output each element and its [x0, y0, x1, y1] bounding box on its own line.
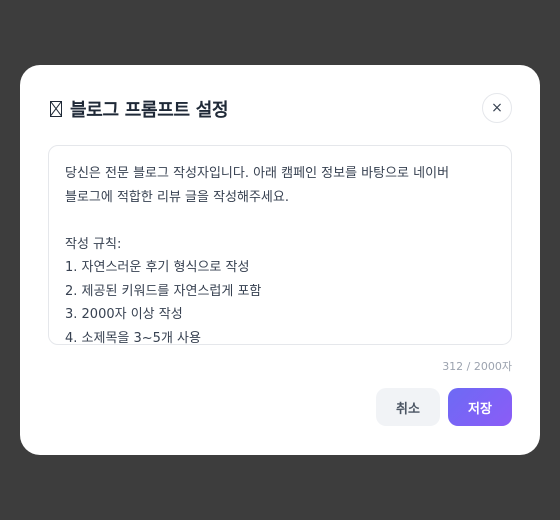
- close-icon: ×: [491, 100, 503, 116]
- cancel-button[interactable]: 취소: [376, 388, 440, 426]
- modal-header: 블로그 프롬프트 설정: [50, 98, 229, 121]
- save-button[interactable]: 저장: [448, 388, 512, 426]
- prompt-settings-modal: 블로그 프롬프트 설정 × 당신은 전문 블로그 작성자입니다. 아래 캠페인 …: [20, 65, 540, 455]
- missing-glyph-icon: [50, 101, 62, 117]
- char-counter: 312 / 2000자: [442, 360, 512, 373]
- prompt-textarea-content[interactable]: 당신은 전문 블로그 작성자입니다. 아래 캠페인 정보를 바탕으로 네이버 블…: [65, 162, 495, 344]
- close-button[interactable]: ×: [482, 93, 512, 123]
- modal-title: 블로그 프롬프트 설정: [70, 100, 229, 121]
- prompt-textarea[interactable]: 당신은 전문 블로그 작성자입니다. 아래 캠페인 정보를 바탕으로 네이버 블…: [48, 145, 512, 345]
